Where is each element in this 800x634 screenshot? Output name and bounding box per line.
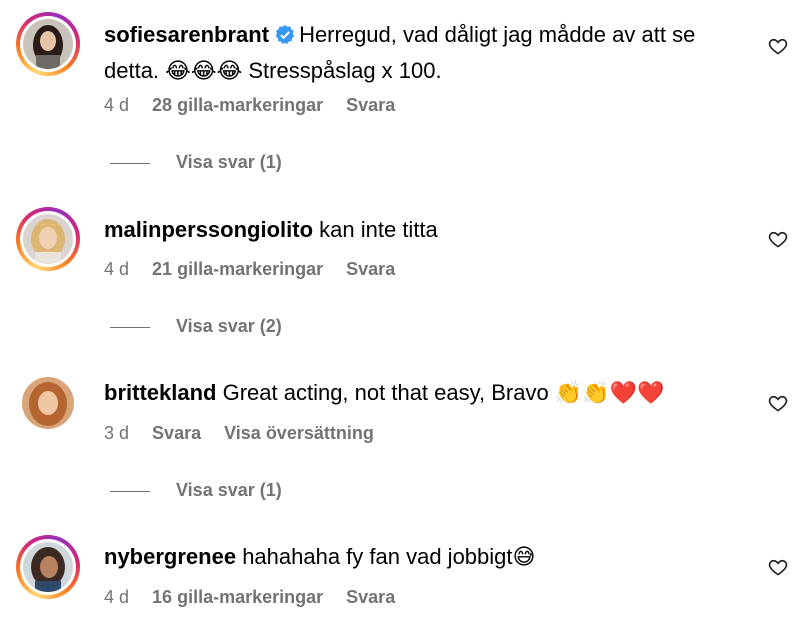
avatar-story-ring[interactable]: [16, 207, 80, 271]
comment-username[interactable]: malinperssongiolito: [104, 217, 313, 242]
verified-badge-icon: [275, 21, 295, 54]
view-replies-button[interactable]: Visa svar (2): [110, 316, 282, 337]
view-replies-label: Visa svar (2): [176, 316, 282, 336]
view-replies-label: Visa svar (1): [176, 152, 282, 172]
avatar-story-ring[interactable]: [16, 12, 80, 76]
comment-text: Great acting, not that easy, Bravo 👏👏❤️❤…: [222, 380, 665, 405]
heart-outline-icon[interactable]: [768, 36, 788, 56]
comment-time: 4 d: [104, 259, 130, 279]
comment-meta: 4 d 16 gilla-markeringar Svara: [104, 587, 413, 608]
reply-button[interactable]: Svara: [346, 95, 395, 115]
avatar[interactable]: [22, 377, 74, 429]
view-replies-label: Visa svar (1): [176, 480, 282, 500]
reply-button[interactable]: Svara: [346, 587, 395, 607]
comment-username[interactable]: brittekland: [104, 380, 216, 405]
comment-username[interactable]: sofiesarenbrant: [104, 22, 269, 47]
reply-button[interactable]: Svara: [346, 259, 395, 279]
comment-time: 4 d: [104, 587, 130, 607]
comment-meta: 3 d Svara Visa översättning: [104, 423, 392, 444]
comment-username[interactable]: nybergrenee: [104, 544, 236, 569]
heart-outline-icon[interactable]: [768, 229, 788, 249]
avatar-story-ring[interactable]: [16, 535, 80, 599]
view-replies-button[interactable]: Visa svar (1): [110, 480, 282, 501]
replies-divider: [110, 490, 150, 492]
avatar: [23, 19, 73, 69]
heart-outline-icon[interactable]: [768, 393, 788, 413]
avatar: [23, 542, 73, 592]
avatar: [23, 214, 73, 264]
heart-outline-icon[interactable]: [768, 557, 788, 577]
replies-divider: [110, 326, 150, 328]
translate-button[interactable]: Visa översättning: [224, 423, 374, 443]
comment-time: 4 d: [104, 95, 130, 115]
comment-text: hahahaha fy fan vad jobbigt😅: [242, 544, 536, 569]
likes-count[interactable]: 21 gilla-markeringar: [152, 259, 323, 279]
view-replies-button[interactable]: Visa svar (1): [110, 152, 282, 173]
likes-count[interactable]: 28 gilla-markeringar: [152, 95, 323, 115]
comment-time: 3 d: [104, 423, 130, 443]
replies-divider: [110, 162, 150, 164]
comment-meta: 4 d 28 gilla-markeringar Svara: [104, 95, 413, 116]
likes-count[interactable]: 16 gilla-markeringar: [152, 587, 323, 607]
comment-meta: 4 d 21 gilla-markeringar Svara: [104, 259, 413, 280]
comment-text: kan inte titta: [319, 217, 438, 242]
reply-button[interactable]: Svara: [152, 423, 201, 443]
